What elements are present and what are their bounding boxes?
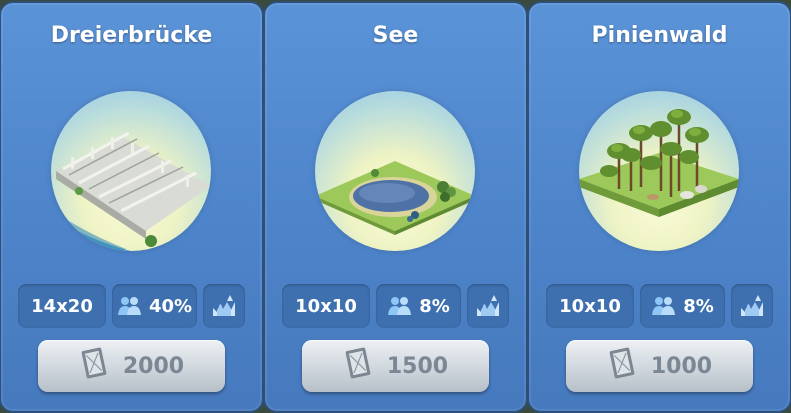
buy-button[interactable]: 1000 bbox=[566, 340, 753, 392]
pine-forest-illustration-icon bbox=[579, 91, 739, 251]
population-value: 40% bbox=[148, 295, 193, 317]
environment-icon bbox=[738, 292, 766, 320]
bridge-illustration-icon bbox=[51, 91, 211, 251]
population-stat: 8% bbox=[640, 284, 725, 328]
people-icon bbox=[117, 295, 143, 317]
population-value: 8% bbox=[683, 295, 714, 317]
price-value: 1000 bbox=[650, 353, 713, 379]
lake-illustration-icon bbox=[315, 91, 475, 251]
item-title: Dreierbrücke bbox=[50, 23, 213, 48]
item-title: Pinienwald bbox=[591, 23, 728, 48]
size-stat: 10x10 bbox=[282, 284, 370, 328]
people-icon bbox=[387, 295, 413, 317]
size-stat: 14x20 bbox=[18, 284, 106, 328]
size-value: 10x10 bbox=[295, 295, 357, 317]
simoleon-banknote-icon bbox=[343, 346, 373, 386]
price-value: 1500 bbox=[386, 353, 449, 379]
price-value: 2000 bbox=[122, 353, 185, 379]
environment-icon bbox=[210, 292, 238, 320]
environment-icon bbox=[474, 292, 502, 320]
item-card-pinienwald[interactable]: Pinienwald 10x10 8% 1000 bbox=[529, 3, 790, 411]
buy-button[interactable]: 1500 bbox=[302, 340, 489, 392]
size-value: 14x20 bbox=[31, 295, 93, 317]
size-value: 10x10 bbox=[559, 295, 621, 317]
simoleon-banknote-icon bbox=[79, 346, 109, 386]
environment-stat bbox=[467, 284, 509, 328]
item-title: See bbox=[372, 23, 419, 48]
environment-stat bbox=[203, 284, 245, 328]
people-icon bbox=[651, 295, 677, 317]
population-value: 8% bbox=[419, 295, 450, 317]
item-card-see[interactable]: See 10x10 8% 1500 bbox=[265, 3, 526, 411]
environment-stat bbox=[731, 284, 773, 328]
population-stat: 8% bbox=[376, 284, 461, 328]
item-card-dreierbruecke[interactable]: Dreierbrücke 14x20 40% 2000 bbox=[1, 3, 262, 411]
simoleon-banknote-icon bbox=[607, 346, 637, 386]
population-stat: 40% bbox=[112, 284, 197, 328]
size-stat: 10x10 bbox=[546, 284, 634, 328]
buy-button[interactable]: 2000 bbox=[38, 340, 225, 392]
